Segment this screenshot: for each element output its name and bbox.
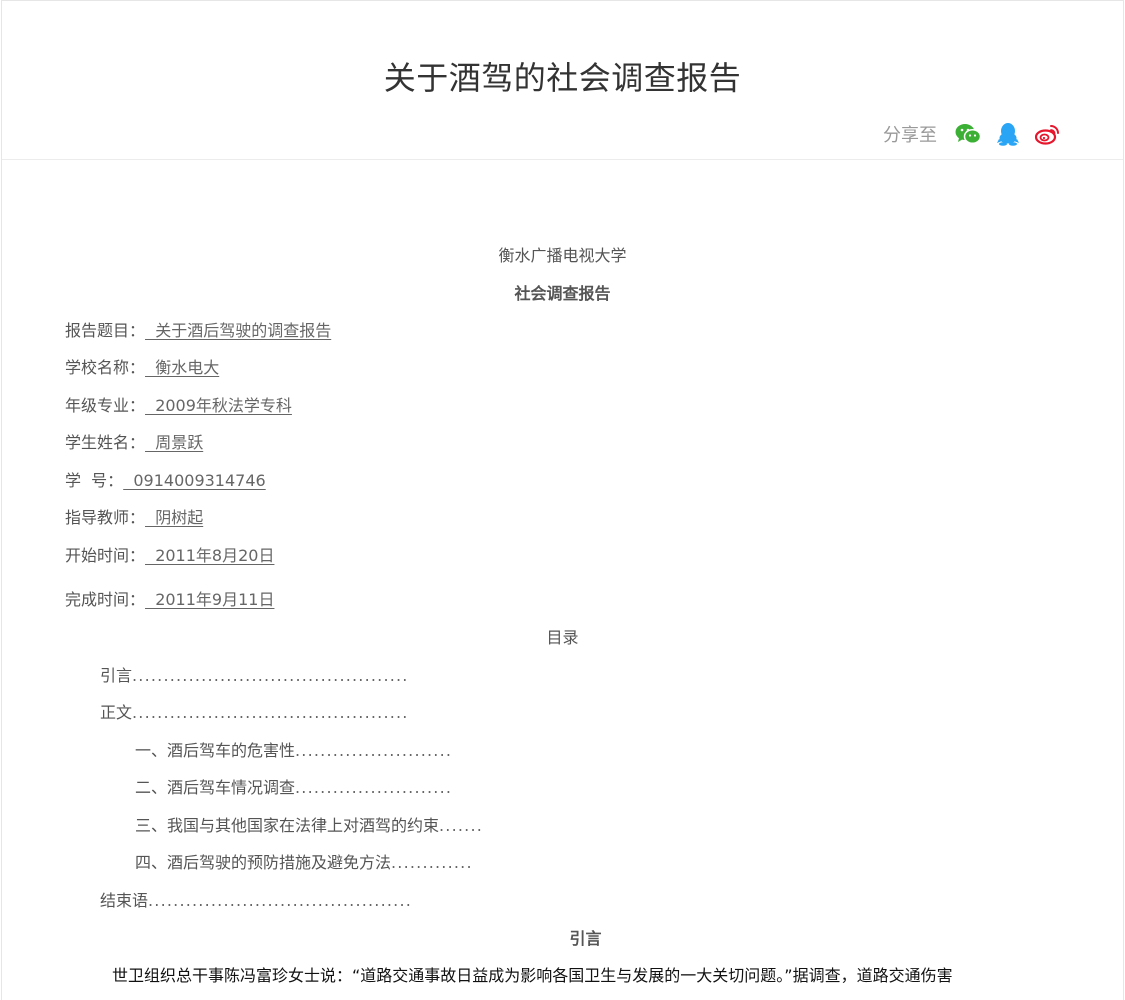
report-type-heading: 社会调查报告 <box>514 284 611 303</box>
toc-item-dots: ........................................… <box>132 703 409 722</box>
field-school: 学校名称： 衡水电大 <box>65 358 219 378</box>
field-student-name: 学生姓名： 周景跃 <box>65 433 203 453</box>
share-label: 分享至 <box>883 125 937 146</box>
field-label: 完成时间： <box>65 590 146 609</box>
toc-item: 结束语.....................................… <box>100 891 412 911</box>
toc-item-dots: ............. <box>391 853 473 872</box>
field-value: 周景跃 <box>145 433 204 452</box>
toc-item-dots: ......................... <box>295 778 453 797</box>
field-student-id: 学 号： 0914009314746 <box>65 471 266 491</box>
toc-item-text: 三、我国与其他国家在法律上对酒驾的约束 <box>135 816 440 835</box>
toc-item: 一、酒后驾车的危害性......................... <box>135 741 452 761</box>
article-page: 关于酒驾的社会调查报告 分享至 衡水广播电视大学 社会调查报告 报告题目： 关于… <box>1 0 1124 1000</box>
page-title: 关于酒驾的社会调查报告 <box>383 59 742 97</box>
toc-item-text: 结束语 <box>100 891 149 910</box>
field-label: 年级专业： <box>65 396 146 415</box>
toc-item-text: 四、酒后驾驶的预防措施及避免方法 <box>135 853 392 872</box>
toc-item: 引言......................................… <box>100 666 409 686</box>
toc-item: 三、我国与其他国家在法律上对酒驾的约束....... <box>135 816 483 836</box>
toc-item: 四、酒后驾驶的预防措施及避免方法............. <box>135 853 473 873</box>
field-label: 学生姓名： <box>65 433 146 452</box>
toc-item-dots: ........................................… <box>132 666 409 685</box>
field-value: 2011年9月11日 <box>145 590 275 609</box>
toc-item: 正文......................................… <box>100 703 409 723</box>
field-value: 关于酒后驾驶的调查报告 <box>145 321 332 340</box>
toc-item: 二、酒后驾车情况调查......................... <box>135 778 452 798</box>
toc-item-text: 一、酒后驾车的危害性 <box>135 741 296 760</box>
field-major: 年级专业： 2009年秋法学专科 <box>65 396 292 416</box>
toc-item-text: 引言 <box>100 666 133 685</box>
weibo-icon[interactable] <box>1035 121 1061 147</box>
toc-item-dots: ........................................… <box>148 891 413 910</box>
field-end-time: 完成时间： 2011年9月11日 <box>65 590 274 610</box>
intro-paragraph: 世卫组织总干事陈冯富珍女士说：“道路交通事故日益成为影响各国卫生与发展的一大关切… <box>112 966 953 985</box>
toc-item-text: 正文 <box>100 703 133 722</box>
university-name: 衡水广播电视大学 <box>498 246 627 265</box>
intro-heading: 引言 <box>569 929 602 948</box>
field-value: 0914009314746 <box>123 471 266 490</box>
field-label: 指导教师： <box>65 508 146 527</box>
qq-icon[interactable] <box>995 121 1021 147</box>
toc-item-text: 二、酒后驾车情况调查 <box>135 778 296 797</box>
share-bar: 分享至 <box>883 121 1061 147</box>
article-header: 关于酒驾的社会调查报告 分享至 <box>2 1 1123 160</box>
field-start-time: 开始时间： 2011年8月20日 <box>65 546 274 566</box>
toc-title: 目录 <box>546 628 579 647</box>
field-label: 开始时间： <box>65 546 146 565</box>
field-advisor: 指导教师： 阴树起 <box>65 508 203 528</box>
field-label: 报告题目： <box>65 321 146 340</box>
wechat-icon[interactable] <box>955 121 981 147</box>
field-value: 2009年秋法学专科 <box>145 396 292 415</box>
field-report-title: 报告题目： 关于酒后驾驶的调查报告 <box>65 321 331 341</box>
field-value: 2011年8月20日 <box>145 546 275 565</box>
field-label: 学 号： <box>65 471 124 490</box>
toc-item-dots: ......................... <box>295 741 453 760</box>
field-label: 学校名称： <box>65 358 146 377</box>
toc-item-dots: ....... <box>439 816 484 835</box>
field-value: 衡水电大 <box>145 358 220 377</box>
field-value: 阴树起 <box>145 508 204 527</box>
